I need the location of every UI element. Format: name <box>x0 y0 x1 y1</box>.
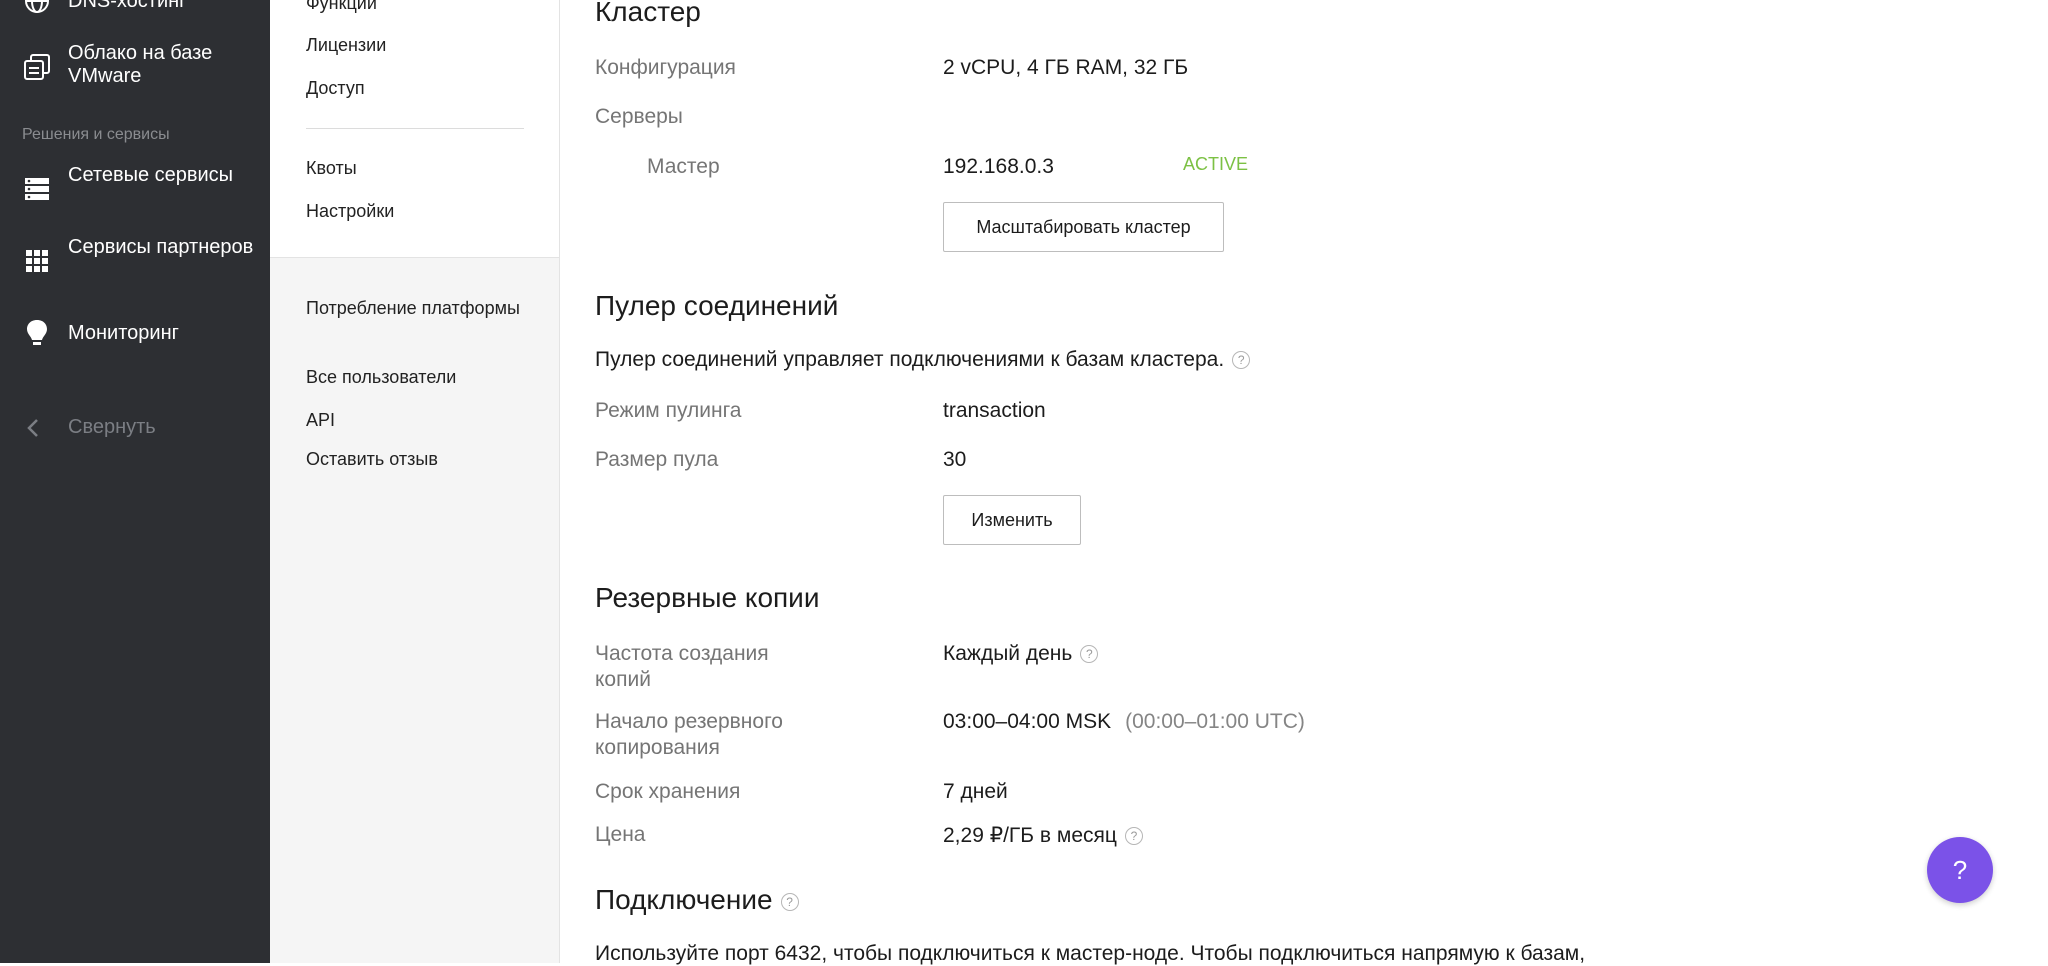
menu-item-functions[interactable]: Функции <box>306 0 536 16</box>
server-rack-icon <box>22 174 52 204</box>
secondary-menu: Функции Лицензии Доступ Квоты Настройки … <box>270 0 560 963</box>
pool-mode-value: transaction <box>943 399 1046 422</box>
nav-item-dns-hosting[interactable]: DNS-хостинг <box>0 0 270 16</box>
nav-item-partner-services[interactable]: Сервисы партнеров <box>0 236 270 286</box>
backup-start-value: 03:00–04:00 MSK <box>943 710 1112 733</box>
backup-start-row: 03:00–04:00 MSK (00:00–01:00 UTC) <box>943 709 1305 735</box>
backup-start-label: Начало резервного копирования <box>595 710 783 759</box>
menu-item-feedback[interactable]: Оставить отзыв <box>306 446 536 472</box>
backups-title: Резервные копии <box>595 582 820 613</box>
pool-size-value: 30 <box>943 448 967 471</box>
help-icon[interactable]: ? <box>780 892 799 911</box>
menu-divider <box>306 128 524 129</box>
nav-label-monitoring: Мониторинг <box>68 322 179 344</box>
servers-label: Серверы <box>595 105 683 128</box>
help-icon[interactable]: ? <box>1124 827 1143 846</box>
cloud-servers-icon <box>22 52 52 82</box>
help-icon[interactable]: ? <box>1080 645 1099 664</box>
nav-item-vmware[interactable]: Облако на базе VMware <box>0 42 270 92</box>
chevron-left-icon <box>26 418 40 443</box>
price-row: 2,29 ₽/ГБ в месяц? <box>943 823 1143 849</box>
nav-item-monitoring[interactable]: Мониторинг <box>0 318 270 348</box>
main-content: Кластер Конфигурация 2 vCPU, 4 ГБ RAM, 3… <box>560 0 2048 965</box>
pooler-description: Пулер соединений управляет подключениями… <box>595 348 1225 371</box>
connection-title: Подключение <box>595 884 773 915</box>
menu-item-platform-usage[interactable]: Потребление платформы <box>306 295 536 321</box>
help-icon[interactable]: ? <box>1232 351 1251 370</box>
menu-item-settings[interactable]: Настройки <box>306 198 536 224</box>
price-label: Цена <box>595 823 646 846</box>
backup-frequency-value: Каждый день <box>943 642 1073 665</box>
lightbulb-icon <box>22 318 52 348</box>
connection-text: Используйте порт 6432, чтобы подключитьс… <box>595 942 1586 965</box>
master-ip: 192.168.0.3 <box>943 155 1054 178</box>
pool-mode-label: Режим пулинга <box>595 399 742 422</box>
pooler-title: Пулер соединений <box>595 290 839 321</box>
collapse-label: Свернуть <box>68 416 156 438</box>
retention-value: 7 дней <box>943 780 1008 803</box>
backup-frequency-row: Каждый день? <box>943 641 1099 667</box>
scale-cluster-button[interactable]: Масштабировать кластер <box>943 202 1224 252</box>
backup-start-utc: (00:00–01:00 UTC) <box>1125 710 1305 733</box>
globe-icon <box>22 0 52 16</box>
apps-grid-icon <box>22 246 52 276</box>
price-value: 2,29 ₽/ГБ в месяц <box>943 824 1117 847</box>
pool-size-label: Размер пула <box>595 448 719 471</box>
config-value: 2 vCPU, 4 ГБ RAM, 32 ГБ <box>943 56 1189 79</box>
cluster-title: Кластер <box>595 0 701 27</box>
config-label: Конфигурация <box>595 56 736 79</box>
nav-label-vmware: Облако на базе VMware <box>68 42 213 87</box>
nav-label-partners: Сервисы партнеров <box>68 236 254 258</box>
collapse-button[interactable]: Свернуть <box>0 410 270 446</box>
nav-item-network-services[interactable]: Сетевые сервисы <box>0 164 270 214</box>
nav-section-label: Решения и сервисы <box>22 126 170 143</box>
menu-item-quotas[interactable]: Квоты <box>306 155 536 181</box>
nav-label-dns: DNS-хостинг <box>68 0 187 12</box>
secondary-menu-top: Функции Лицензии Доступ Квоты Настройки <box>270 0 559 258</box>
retention-label: Срок хранения <box>595 780 741 803</box>
menu-item-access[interactable]: Доступ <box>306 75 536 101</box>
main-navigation: DNS-хостинг Облако на базе VMware Решени… <box>0 0 270 963</box>
help-chat-button[interactable]: ? <box>1927 837 1993 903</box>
menu-item-api[interactable]: API <box>306 407 536 433</box>
connection-title-row: Подключение? <box>595 884 799 916</box>
status-badge: ACTIVE <box>1183 154 1249 174</box>
edit-pooler-button[interactable]: Изменить <box>943 495 1081 545</box>
menu-item-licenses[interactable]: Лицензии <box>306 32 536 58</box>
pooler-description-row: Пулер соединений управляет подключениями… <box>595 348 1251 372</box>
nav-label-network: Сетевые сервисы <box>68 164 234 186</box>
master-label: Мастер <box>647 155 720 178</box>
backup-frequency-label: Частота создания копий <box>595 642 769 691</box>
menu-item-all-users[interactable]: Все пользователи <box>306 364 536 390</box>
